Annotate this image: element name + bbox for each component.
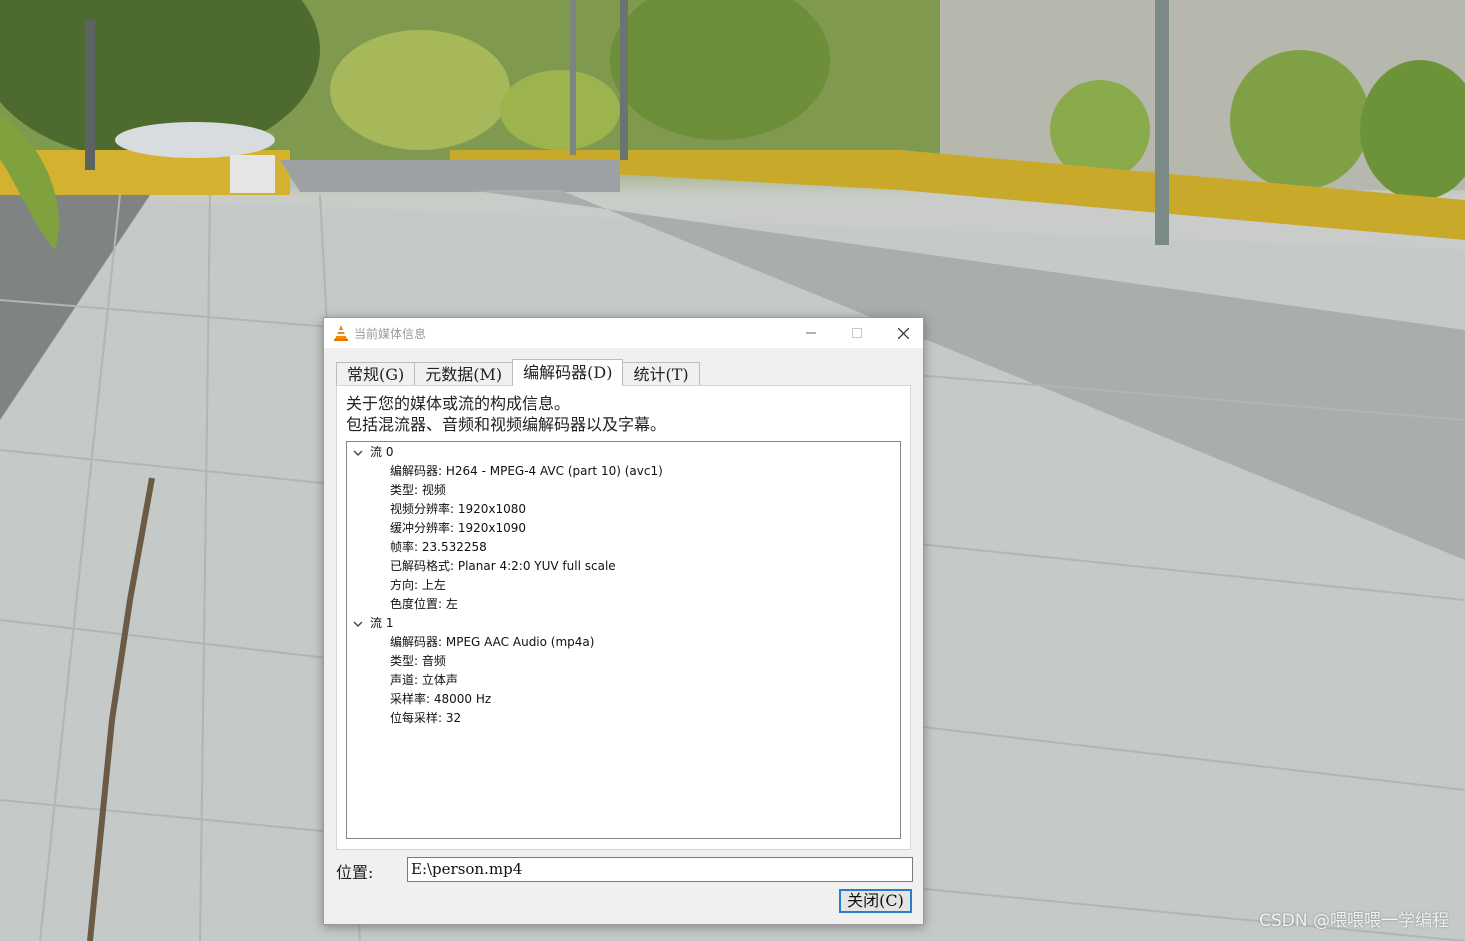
tree-item[interactable]: 位每采样: 32 — [390, 709, 461, 728]
chevron-down-icon[interactable] — [353, 619, 363, 629]
codec-tab-panel: 关于您的媒体或流的构成信息。 包括混流器、音频和视频编解码器以及字幕。 流 0 … — [336, 385, 911, 850]
stream-1-label: 流 1 — [370, 616, 394, 630]
tree-item[interactable]: 采样率: 48000 Hz — [390, 690, 491, 709]
media-info-dialog: 当前媒体信息 常规(G) 元数据(M) 编解码器(D) 统计(T) 关于您的媒体… — [323, 317, 924, 925]
tree-item[interactable]: 已解码格式: Planar 4:2:0 YUV full scale — [390, 557, 616, 576]
tree-item[interactable]: 编解码器: MPEG AAC Audio (mp4a) — [390, 633, 594, 652]
tab-metadata[interactable]: 元数据(M) — [414, 362, 514, 386]
tree-item[interactable]: 类型: 视频 — [390, 481, 446, 500]
tree-item[interactable]: 编解码器: H264 - MPEG-4 AVC (part 10) (avc1) — [390, 462, 663, 481]
tab-bar: 常规(G) 元数据(M) 编解码器(D) 统计(T) — [336, 359, 700, 386]
tree-item[interactable]: 类型: 音频 — [390, 652, 446, 671]
minimize-icon — [806, 332, 816, 334]
tree-item[interactable]: 帧率: 23.532258 — [390, 538, 487, 557]
window-title: 当前媒体信息 — [354, 327, 427, 341]
location-label: 位置: — [336, 863, 374, 882]
tree-item[interactable]: 方向: 上左 — [390, 576, 446, 595]
stream-tree-view[interactable]: 流 0 编解码器: H264 - MPEG-4 AVC (part 10) (a… — [346, 441, 901, 839]
close-button[interactable]: 关闭(C) — [839, 889, 912, 913]
title-bar[interactable]: 当前媒体信息 — [324, 318, 923, 348]
tree-item[interactable]: 缓冲分辨率: 1920x1090 — [390, 519, 526, 538]
tab-codec[interactable]: 编解码器(D) — [512, 359, 624, 386]
maximize-button[interactable] — [834, 318, 880, 348]
location-field[interactable]: E:\person.mp4 — [407, 857, 913, 882]
close-icon — [897, 327, 909, 339]
maximize-icon — [852, 328, 862, 338]
tree-item[interactable]: 声道: 立体声 — [390, 671, 458, 690]
tab-statistics[interactable]: 统计(T) — [622, 362, 700, 386]
tree-item[interactable]: 视频分辨率: 1920x1080 — [390, 500, 526, 519]
watermark-text: CSDN @喂喂喂一学编程 — [1259, 911, 1449, 931]
minimize-button[interactable] — [788, 318, 834, 348]
tree-item[interactable]: 色度位置: 左 — [390, 595, 458, 614]
codec-description: 关于您的媒体或流的构成信息。 包括混流器、音频和视频编解码器以及字幕。 — [346, 393, 666, 435]
description-line-2: 包括混流器、音频和视频编解码器以及字幕。 — [346, 415, 667, 434]
close-window-button[interactable] — [880, 318, 926, 348]
description-line-1: 关于您的媒体或流的构成信息。 — [346, 394, 571, 413]
chevron-down-icon[interactable] — [353, 448, 363, 458]
tab-general[interactable]: 常规(G) — [336, 362, 416, 386]
vlc-cone-icon — [334, 325, 348, 341]
stream-0-label: 流 0 — [370, 445, 394, 459]
